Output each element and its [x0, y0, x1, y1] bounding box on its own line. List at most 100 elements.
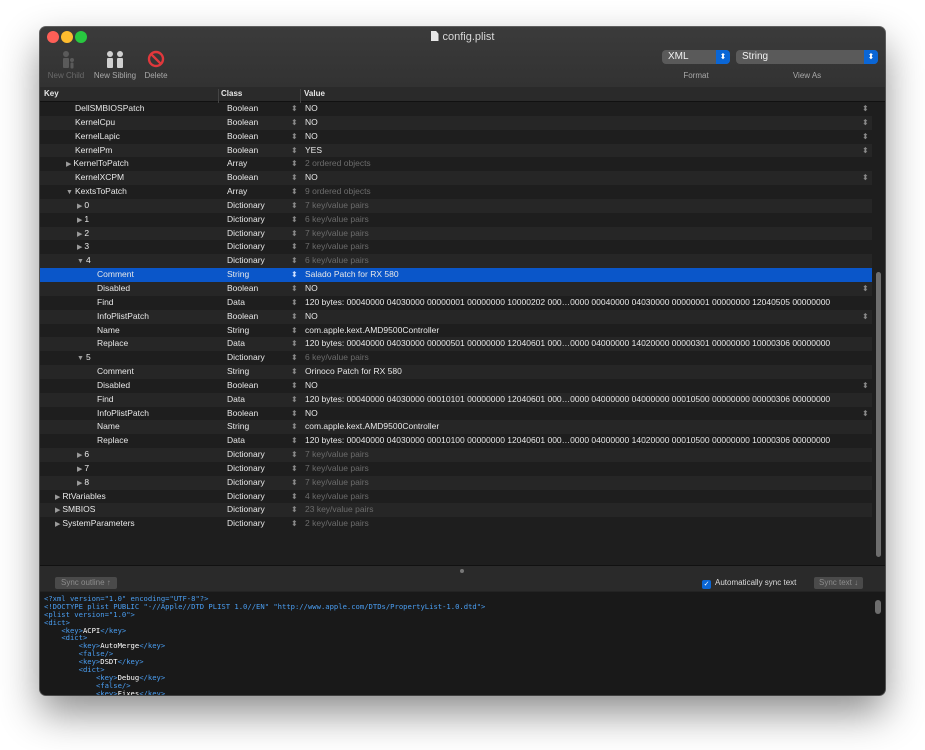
row-key[interactable]: ▶ 2 — [77, 227, 89, 242]
row-value[interactable]: 9 ordered objects — [305, 185, 860, 199]
class-stepper-icon[interactable]: ⬍ — [291, 296, 298, 310]
row-class[interactable]: Boolean — [227, 282, 258, 296]
row-class[interactable]: Dictionary — [227, 213, 265, 227]
value-popup-icon[interactable]: ⬍ — [862, 116, 869, 130]
row-key[interactable]: ▶ 6 — [77, 448, 89, 463]
value-popup-icon[interactable]: ⬍ — [862, 310, 869, 324]
disclosure-collapsed-icon[interactable]: ▶ — [77, 231, 82, 238]
row-class[interactable]: Dictionary — [227, 503, 265, 517]
class-stepper-icon[interactable]: ⬍ — [291, 310, 298, 324]
outline-row[interactable]: KernelPm Boolean ⬍ YES ⬍ — [40, 143, 872, 158]
row-value[interactable]: 6 key/value pairs — [305, 351, 860, 365]
row-class[interactable]: String — [227, 365, 249, 379]
outline-row[interactable]: Name String ⬍ com.apple.kext.AMD9500Control… — [40, 324, 872, 338]
row-value[interactable]: 7 key/value pairs — [305, 462, 860, 476]
column-divider[interactable] — [218, 89, 219, 103]
disclosure-expanded-icon[interactable]: ▼ — [77, 258, 84, 265]
row-value[interactable]: 120 bytes: 00040000 04030000 00010100 00… — [305, 434, 860, 448]
outline-row[interactable]: ▶ SystemParameters Dictionary ⬍ 2 key/value … — [40, 517, 872, 531]
class-stepper-icon[interactable]: ⬍ — [291, 517, 298, 531]
row-value[interactable]: NO — [305, 379, 860, 393]
auto-sync-checkbox[interactable]: ✓ Automatically sync text — [702, 577, 796, 589]
row-class[interactable]: Array — [227, 185, 247, 199]
row-value[interactable]: 7 key/value pairs — [305, 476, 860, 490]
outline-row[interactable]: ▶ 3 Dictionary ⬍ 7 key/value pairs — [40, 240, 872, 254]
value-popup-icon[interactable]: ⬍ — [862, 379, 869, 393]
row-value[interactable]: 7 key/value pairs — [305, 240, 860, 254]
row-key[interactable]: KernelCpu — [75, 116, 115, 130]
disclosure-collapsed-icon[interactable]: ▶ — [66, 161, 71, 168]
row-class[interactable]: Dictionary — [227, 351, 265, 365]
row-class[interactable]: Dictionary — [227, 517, 265, 531]
row-class[interactable]: Dictionary — [227, 476, 265, 490]
row-value[interactable]: 6 key/value pairs — [305, 213, 860, 227]
row-key[interactable]: ▼ 5 — [77, 351, 91, 366]
class-stepper-icon[interactable]: ⬍ — [291, 227, 298, 241]
row-key[interactable]: Replace — [97, 434, 128, 448]
row-class[interactable]: Array — [227, 157, 247, 171]
outline-row[interactable]: Replace Data ⬍ 120 bytes: 00040000 04030000… — [40, 434, 872, 448]
class-stepper-icon[interactable]: ⬍ — [291, 393, 298, 407]
row-value[interactable]: 120 bytes: 00040000 04030000 00010101 00… — [305, 393, 860, 407]
sync-outline-button[interactable]: Sync outline ↑ — [55, 577, 117, 589]
class-stepper-icon[interactable]: ⬍ — [291, 379, 298, 393]
outline-row[interactable]: DellSMBIOSPatch Boolean ⬍ NO ⬍ — [40, 102, 872, 116]
row-class[interactable]: Boolean — [227, 130, 258, 144]
column-header-class[interactable]: Class — [221, 89, 242, 98]
delete-button[interactable]: Delete — [141, 49, 171, 80]
row-value[interactable]: 7 key/value pairs — [305, 448, 860, 462]
outline-row[interactable]: KernelXCPM Boolean ⬍ NO ⬍ — [40, 171, 872, 186]
outline-row[interactable]: InfoPlistPatch Boolean ⬍ NO ⬍ — [40, 407, 872, 421]
row-class[interactable]: Dictionary — [227, 462, 265, 476]
disclosure-expanded-icon[interactable]: ▼ — [77, 355, 84, 362]
outline-row[interactable]: ▶ 0 Dictionary ⬍ 7 key/value pairs — [40, 198, 872, 213]
class-stepper-icon[interactable]: ⬍ — [291, 337, 298, 351]
row-value[interactable]: 7 key/value pairs — [305, 199, 860, 213]
row-key[interactable]: ▶ KernelToPatch — [66, 157, 129, 172]
outline-row[interactable]: InfoPlistPatch Boolean ⬍ NO ⬍ — [40, 309, 872, 324]
class-stepper-icon[interactable]: ⬍ — [291, 324, 298, 338]
row-value[interactable]: 4 key/value pairs — [305, 490, 860, 504]
row-value[interactable]: NO — [305, 282, 860, 296]
outline-row[interactable]: Name String ⬍ com.apple.kext.AMD9500Control… — [40, 420, 872, 435]
outline-row[interactable]: ▼ 5 Dictionary ⬍ 6 key/value pairs — [40, 351, 872, 365]
class-stepper-icon[interactable]: ⬍ — [291, 157, 298, 171]
disclosure-collapsed-icon[interactable]: ▶ — [77, 217, 82, 224]
row-class[interactable]: Data — [227, 393, 245, 407]
row-class[interactable]: String — [227, 324, 249, 338]
class-stepper-icon[interactable]: ⬍ — [291, 434, 298, 448]
outline-row[interactable]: ▶ 2 Dictionary ⬍ 7 key/value pairs — [40, 226, 872, 242]
outline-row[interactable]: Disabled Boolean ⬍ NO ⬍ — [40, 379, 872, 393]
class-stepper-icon[interactable]: ⬍ — [291, 130, 298, 144]
row-key[interactable]: Comment — [97, 365, 134, 379]
disclosure-collapsed-icon[interactable]: ▶ — [77, 452, 82, 459]
disclosure-collapsed-icon[interactable]: ▶ — [77, 480, 82, 487]
row-class[interactable]: Dictionary — [227, 448, 265, 462]
row-key[interactable]: ▶ 8 — [77, 476, 89, 491]
row-key[interactable]: InfoPlistPatch — [97, 310, 149, 324]
row-value[interactable]: NO — [305, 407, 860, 421]
outline-row[interactable]: Find Data ⬍ 120 bytes: 00040000 04030000 00… — [40, 392, 872, 407]
value-popup-icon[interactable]: ⬍ — [862, 144, 869, 158]
class-stepper-icon[interactable]: ⬍ — [291, 254, 298, 268]
row-class[interactable]: Dictionary — [227, 254, 265, 268]
row-value[interactable]: YES — [305, 144, 860, 158]
class-stepper-icon[interactable]: ⬍ — [291, 213, 298, 227]
row-key[interactable]: ▶ SMBIOS — [55, 503, 95, 518]
outline-row[interactable]: Disabled Boolean ⬍ NO ⬍ — [40, 281, 872, 296]
view-as-select[interactable]: String ⬍ — [736, 50, 878, 64]
row-class[interactable]: Dictionary — [227, 199, 265, 213]
row-class[interactable]: String — [227, 420, 249, 434]
class-stepper-icon[interactable]: ⬍ — [291, 199, 298, 213]
value-popup-icon[interactable]: ⬍ — [862, 171, 869, 185]
outline-row[interactable]: ▶ 8 Dictionary ⬍ 7 key/value pairs — [40, 475, 872, 491]
row-value[interactable]: 120 bytes: 00040000 04030000 00000501 00… — [305, 337, 860, 351]
row-value[interactable]: NO — [305, 102, 860, 116]
row-value[interactable]: 2 key/value pairs — [305, 517, 860, 531]
xml-source-editor[interactable]: <?xml version="1.0" encoding="UTF-8"?> <!… — [40, 592, 885, 695]
disclosure-collapsed-icon[interactable]: ▶ — [77, 203, 82, 210]
row-key[interactable]: ▶ 1 — [77, 213, 89, 228]
row-key[interactable]: InfoPlistPatch — [97, 407, 149, 421]
class-stepper-icon[interactable]: ⬍ — [291, 351, 298, 365]
row-class[interactable]: Boolean — [227, 102, 258, 116]
